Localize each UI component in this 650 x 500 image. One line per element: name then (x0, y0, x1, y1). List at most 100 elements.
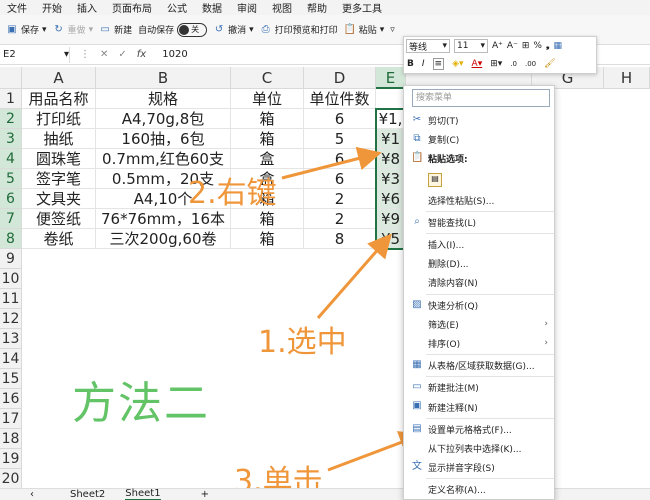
redo-button[interactable]: ↻ 重做 ▾ (53, 23, 93, 37)
row-header[interactable]: 18 (0, 429, 22, 449)
increase-decimal-icon[interactable]: .0 (510, 60, 517, 68)
table-cell[interactable]: 6 (304, 169, 376, 189)
table-cell[interactable]: 圆珠笔 (22, 149, 96, 169)
decrease-decimal-icon[interactable]: .00 (525, 60, 536, 68)
column-header-h[interactable]: H (604, 67, 650, 89)
sheet-tab[interactable]: Sheet2 (70, 489, 105, 500)
table-cell[interactable]: 箱 (231, 109, 304, 129)
paste-icon[interactable]: ▤ (428, 172, 442, 187)
row-header[interactable]: 3 (0, 129, 22, 149)
percent-icon[interactable]: % (533, 41, 542, 51)
table-cell[interactable]: 签字笔 (22, 169, 96, 189)
table-cell[interactable]: ¥9 (376, 209, 406, 229)
table-style-icon[interactable]: ▦ (553, 41, 562, 51)
menu-page-layout[interactable]: 页面布局 (112, 0, 152, 15)
nav-prev-icon[interactable]: ‹ (30, 489, 34, 500)
format-painter-icon[interactable]: 🖌 (544, 59, 555, 69)
row-header[interactable]: 14 (0, 349, 22, 369)
add-sheet-icon[interactable]: + (201, 489, 209, 500)
table-cell[interactable]: 箱 (231, 209, 304, 229)
table-header-cell[interactable]: 规格 (96, 89, 231, 109)
cancel-icon[interactable]: ✕ (100, 49, 108, 60)
menu-item-pick-from-list[interactable]: 从下拉列表中选择(K)... (404, 439, 554, 458)
table-header-cell[interactable]: 单位件数 (304, 89, 376, 109)
menu-item-delete[interactable]: 删除(D)... (404, 254, 554, 273)
row-header[interactable]: 6 (0, 189, 22, 209)
menu-formulas[interactable]: 公式 (167, 0, 187, 15)
row-header[interactable]: 19 (0, 449, 22, 469)
row-header[interactable]: 15 (0, 369, 22, 389)
menu-item-quick-analysis[interactable]: ▨ 快速分析(Q) (404, 296, 554, 315)
menu-item-insert[interactable]: 插入(I)... (404, 235, 554, 254)
table-cell[interactable]: A4,70g,8包 (96, 109, 231, 129)
table-cell[interactable]: 箱 (231, 129, 304, 149)
table-cell[interactable]: 卷纸 (22, 229, 96, 249)
font-name-select[interactable]: 等线 ▾ (406, 39, 450, 53)
table-cell[interactable]: 160抽，6包 (96, 129, 231, 149)
decrease-font-icon[interactable]: A⁻ (507, 41, 518, 51)
row-header[interactable]: 7 (0, 209, 22, 229)
table-cell[interactable]: 抽纸 (22, 129, 96, 149)
table-cell[interactable]: 5 (304, 129, 376, 149)
column-header-d[interactable]: D (304, 67, 376, 89)
column-header-c[interactable]: C (231, 67, 304, 89)
confirm-icon[interactable]: ✓ (118, 49, 126, 60)
increase-font-icon[interactable]: A⁺ (492, 41, 503, 51)
insert-function-icon[interactable]: fx (137, 49, 146, 60)
row-header[interactable]: 9 (0, 249, 22, 269)
bold-button[interactable]: B (407, 59, 414, 69)
row-header[interactable]: 2 (0, 109, 22, 129)
customize-toolbar-button[interactable]: ▿ (390, 25, 395, 35)
row-header[interactable]: 4 (0, 149, 22, 169)
menu-item-smart-lookup[interactable]: ⌕ 智能查找(L) (404, 213, 554, 232)
menu-review[interactable]: 审阅 (237, 0, 257, 15)
table-cell[interactable]: ¥3 (376, 169, 406, 189)
table-header-cell[interactable]: 用品名称 (22, 89, 96, 109)
menu-more-tools[interactable]: 更多工具 (342, 0, 382, 15)
menu-file[interactable]: 文件 (7, 0, 27, 15)
paste-button[interactable]: 📋 粘贴 ▾ (344, 23, 385, 37)
italic-button[interactable]: I (422, 59, 425, 69)
row-header[interactable]: 10 (0, 269, 22, 289)
table-header-cell[interactable] (376, 89, 406, 109)
table-cell[interactable]: 76*76mm，16本 (96, 209, 231, 229)
select-all-corner[interactable] (0, 67, 22, 89)
row-header[interactable]: 1 (0, 89, 22, 109)
borders-icon[interactable]: ⊞▾ (490, 59, 502, 69)
table-cell[interactable]: ¥1 (376, 129, 406, 149)
table-cell[interactable]: 打印纸 (22, 109, 96, 129)
row-header[interactable]: 17 (0, 409, 22, 429)
table-cell[interactable]: ¥6 (376, 189, 406, 209)
menu-item-show-pinyin[interactable]: 文显示拼音字段(S) (404, 458, 554, 477)
sheet-tab[interactable]: Sheet1 (125, 488, 161, 500)
table-cell[interactable]: 盒 (231, 149, 304, 169)
print-preview-button[interactable]: ⎙ 打印预览和打印 (260, 23, 338, 37)
menu-data[interactable]: 数据 (202, 0, 222, 15)
table-cell[interactable]: 8 (304, 229, 376, 249)
menu-view[interactable]: 视图 (272, 0, 292, 15)
column-header-a[interactable]: A (22, 67, 96, 89)
menu-item-new-note[interactable]: ▣ 新建注释(N) (404, 397, 554, 416)
align-center-icon[interactable]: ≡ (432, 58, 445, 70)
table-cell[interactable]: ¥8 (376, 149, 406, 169)
table-cell[interactable]: ¥5 (376, 229, 406, 249)
menu-item-format-cells[interactable]: ▤ 设置单元格格式(F)... (404, 420, 554, 439)
menu-item-clear-contents[interactable]: 清除内容(N) (404, 273, 554, 292)
table-cell[interactable]: 2 (304, 209, 376, 229)
toggle-switch[interactable]: 关 (177, 22, 208, 37)
menu-help[interactable]: 帮助 (307, 0, 327, 15)
column-header-b[interactable]: B (96, 67, 231, 89)
table-cell[interactable]: 文具夹 (22, 189, 96, 209)
save-button[interactable]: ▣ 保存 ▾ (6, 23, 46, 37)
menu-home[interactable]: 开始 (42, 0, 62, 15)
comma-style-icon[interactable]: ❟ (546, 41, 550, 51)
table-cell[interactable]: 箱 (231, 229, 304, 249)
autosave-toggle[interactable]: 自动保存关 (138, 22, 208, 37)
menu-item-define-name[interactable]: 定义名称(A)... (404, 480, 554, 499)
row-header[interactable]: 20 (0, 469, 22, 489)
row-header[interactable]: 5 (0, 169, 22, 189)
menu-item-cut[interactable]: ✂ 剪切(T) (404, 111, 554, 130)
undo-button[interactable]: ↺ 撤消 ▾ (213, 23, 254, 37)
menu-item-get-data[interactable]: ▦ 从表格/区域获取数据(G)... (404, 356, 554, 375)
column-header-e[interactable]: E (376, 67, 406, 89)
